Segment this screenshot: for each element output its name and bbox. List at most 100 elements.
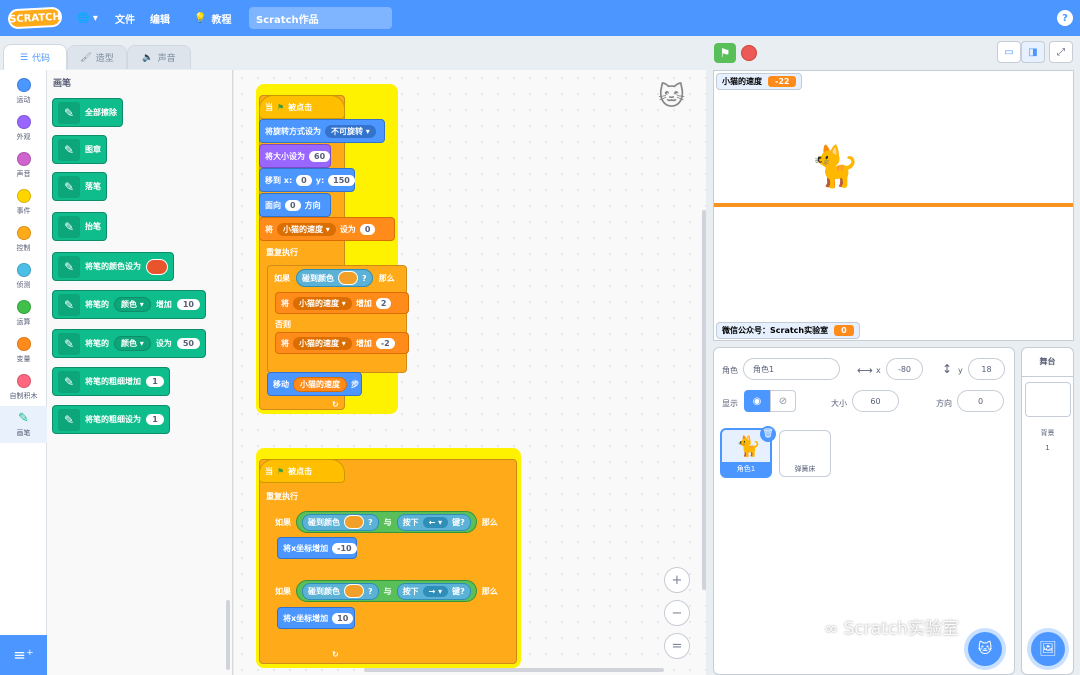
color-swatch[interactable] xyxy=(344,515,364,529)
palette-scrollbar[interactable] xyxy=(226,600,230,670)
category-control[interactable]: 控制 xyxy=(0,221,47,258)
block-pen-down[interactable]: ✎ 落笔 xyxy=(52,172,107,201)
add-backdrop-button[interactable]: 🖼 xyxy=(1031,632,1065,666)
sprite-thumb-1[interactable]: 🐈 角色1 🗑 xyxy=(720,426,776,478)
value-input[interactable]: -10 xyxy=(332,542,357,554)
param-dropdown[interactable]: 颜色 ▾ xyxy=(114,297,151,312)
language-globe-icon[interactable]: 🌐 ▾ xyxy=(77,0,98,36)
key-dropdown[interactable]: ← ▾ xyxy=(422,516,449,528)
block-stamp[interactable]: ✎ 图章 xyxy=(52,135,107,164)
value-input[interactable]: 1 xyxy=(146,414,164,425)
category-motion[interactable]: 运动 xyxy=(0,73,47,110)
show-visible-button[interactable]: ◉ xyxy=(744,390,770,412)
and-operator[interactable]: 碰到颜色? 与按下 → ▾ 键? xyxy=(296,580,477,602)
hide-button[interactable]: ⊘ xyxy=(770,390,796,412)
touching-color-sensor[interactable]: 碰到颜色? xyxy=(302,582,379,600)
value-input[interactable]: -2 xyxy=(375,337,395,349)
tab-sounds[interactable]: 🔈 声音 xyxy=(127,45,191,69)
set-variable-block[interactable]: 将小猫的速度 ▾ 设为 0 xyxy=(259,217,395,241)
category-looks[interactable]: 外观 xyxy=(0,110,47,147)
green-flag-button[interactable]: ⚑ xyxy=(714,43,736,63)
direction-input[interactable]: 0 xyxy=(285,199,301,211)
add-extension-button[interactable]: ≡⁺ xyxy=(0,635,47,675)
small-stage-button[interactable]: ▭ xyxy=(997,41,1021,63)
color-swatch[interactable] xyxy=(344,584,364,598)
vertical-scrollbar[interactable] xyxy=(702,210,706,590)
value-input[interactable]: 0 xyxy=(359,223,376,235)
block-clear[interactable]: ✎ 全部擦除 xyxy=(52,98,123,127)
size-input[interactable]: 60 xyxy=(309,150,331,162)
zoom-in-button[interactable]: + xyxy=(664,567,690,593)
block-set-pen-color[interactable]: ✎ 将笔的颜色设为 xyxy=(52,252,174,281)
edit-menu[interactable]: 编辑 xyxy=(150,0,170,36)
color-swatch[interactable] xyxy=(146,258,168,275)
key-pressed-sensor[interactable]: 按下 ← ▾ 键? xyxy=(396,513,471,531)
if-header-left[interactable]: 如果 碰到颜色? 与按下 ← ▾ 键? 那么 xyxy=(270,511,503,533)
change-x-block[interactable]: 将x坐标增加 10 xyxy=(277,607,355,629)
cat-sprite[interactable]: 🐈 xyxy=(810,143,860,190)
variable-dropdown[interactable]: 小猫的速度 ▾ xyxy=(277,222,336,236)
sprite-thumb-2[interactable]: 弹簧床 xyxy=(779,430,831,477)
stop-button[interactable] xyxy=(741,45,757,61)
backdrop-thumbnail[interactable] xyxy=(1025,382,1071,417)
value-input[interactable]: 10 xyxy=(332,612,354,624)
large-stage-button[interactable]: ◨ xyxy=(1021,41,1045,63)
and-operator[interactable]: 碰到颜色? 与按下 ← ▾ 键? xyxy=(296,511,477,533)
block-change-pen-param[interactable]: ✎ 将笔的 颜色 ▾ 增加 10 xyxy=(52,290,206,319)
sprite-name-input[interactable]: 角色1 xyxy=(743,358,840,380)
horizontal-scrollbar[interactable] xyxy=(364,668,664,672)
touching-color-sensor[interactable]: 碰到颜色? xyxy=(296,269,373,287)
variable-reporter[interactable]: 小猫的速度 xyxy=(293,376,347,392)
color-swatch[interactable] xyxy=(338,271,358,285)
y-input[interactable]: 150 xyxy=(328,174,355,186)
category-pen[interactable]: ✎ 画笔 xyxy=(0,406,47,443)
when-flag-clicked-hat[interactable]: 当 ⚑ 被点击 xyxy=(259,95,345,119)
file-menu[interactable]: 文件 xyxy=(115,0,135,36)
size-input[interactable]: 60 xyxy=(852,390,899,412)
x-input[interactable]: -80 xyxy=(886,358,923,380)
category-operators[interactable]: 运算 xyxy=(0,295,47,332)
stage-canvas[interactable]: 小猫的速度 -22 🐈 微信公众号：Scratch实验室 0 xyxy=(713,70,1074,341)
trash-icon[interactable]: 🗑 xyxy=(760,426,776,442)
zoom-reset-button[interactable]: = xyxy=(664,633,690,659)
block-pen-up[interactable]: ✎ 抬笔 xyxy=(52,212,107,241)
tab-costumes[interactable]: 🖌 造型 xyxy=(67,45,127,69)
y-input[interactable]: 18 xyxy=(968,358,1005,380)
key-pressed-sensor[interactable]: 按下 → ▾ 键? xyxy=(396,582,471,600)
project-title-input[interactable]: Scratch作品 xyxy=(249,7,392,29)
block-set-pen-param[interactable]: ✎ 将笔的 颜色 ▾ 设为 50 xyxy=(52,329,206,358)
direction-input[interactable]: 0 xyxy=(957,390,1004,412)
zoom-out-button[interactable]: − xyxy=(664,600,690,626)
point-direction-block[interactable]: 面向 0 方向 xyxy=(259,193,331,217)
x-input[interactable]: 0 xyxy=(296,174,312,186)
value-input[interactable]: 10 xyxy=(176,299,200,310)
param-dropdown[interactable]: 颜色 ▾ xyxy=(114,336,151,351)
category-sensing[interactable]: 侦测 xyxy=(0,258,47,295)
goto-xy-block[interactable]: 移到 x: 0 y: 150 xyxy=(259,168,355,192)
block-set-pen-size[interactable]: ✎ 将笔的粗细设为 1 xyxy=(52,405,170,434)
move-steps-block[interactable]: 移动 小猫的速度步 xyxy=(267,372,362,396)
rotation-dropdown[interactable]: 不可旋转 ▾ xyxy=(325,124,376,138)
when-flag-clicked-hat[interactable]: 当 ⚑ 被点击 xyxy=(259,459,345,483)
touching-color-sensor[interactable]: 碰到颜色? xyxy=(302,513,379,531)
value-input[interactable]: 50 xyxy=(176,338,200,349)
help-icon[interactable]: ? xyxy=(1057,10,1073,26)
tutorials-menu[interactable]: 💡 教程 xyxy=(194,0,231,36)
category-my-blocks[interactable]: 自制积木 xyxy=(0,369,47,406)
set-size-block[interactable]: 将大小设为 60 xyxy=(259,144,331,168)
set-rotation-style-block[interactable]: 将旋转方式设为 不可旋转 ▾ xyxy=(259,119,385,143)
variable-dropdown[interactable]: 小猫的速度 ▾ xyxy=(293,296,352,310)
category-events[interactable]: 事件 xyxy=(0,184,47,221)
value-input[interactable]: 2 xyxy=(375,297,392,309)
scratch-logo[interactable]: SCRATCH xyxy=(7,6,63,30)
change-variable-block[interactable]: 将小猫的速度 ▾ 增加 2 xyxy=(275,292,409,314)
key-dropdown[interactable]: → ▾ xyxy=(422,585,449,597)
category-variables[interactable]: 变量 xyxy=(0,332,47,369)
variable-dropdown[interactable]: 小猫的速度 ▾ xyxy=(293,336,352,350)
fullscreen-button[interactable]: ⤢ xyxy=(1049,41,1073,63)
category-sound[interactable]: 声音 xyxy=(0,147,47,184)
tab-code[interactable]: ☰ 代码 xyxy=(3,44,67,70)
change-x-block[interactable]: 将x坐标增加 -10 xyxy=(277,537,357,559)
value-input[interactable]: 1 xyxy=(146,376,164,387)
change-variable-block[interactable]: 将小猫的速度 ▾ 增加 -2 xyxy=(275,332,409,354)
